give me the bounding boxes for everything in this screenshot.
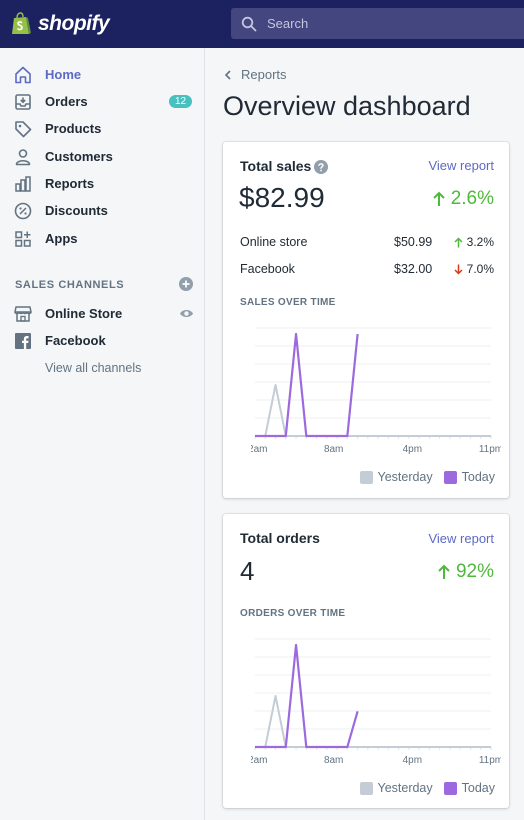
orders-icon [13, 92, 33, 112]
legend-swatch-today [443, 781, 457, 795]
row-value: $50.99 [394, 235, 433, 249]
sidebar-item-discounts[interactable]: Discounts [0, 197, 205, 224]
home-icon [13, 65, 33, 85]
x-tick-label: 11pm [479, 755, 501, 766]
sidebar-item-label: Products [45, 121, 102, 136]
legend-label-yesterday: Yesterday [377, 470, 433, 484]
bar-chart-icon [13, 174, 33, 194]
row-change-value: 7.0% [466, 262, 494, 276]
page-title: Overview dashboard [223, 91, 471, 121]
help-icon[interactable] [314, 160, 328, 174]
eye-icon[interactable] [179, 306, 194, 321]
series-line-today [255, 643, 359, 749]
change-value: 92% [455, 561, 494, 582]
store-icon [13, 304, 33, 324]
sidebar-item-label: Online Store [45, 306, 123, 321]
sidebar-item-label: Customers [45, 149, 113, 164]
sidebar-item-label: Apps [45, 231, 78, 246]
facebook-icon [13, 331, 33, 351]
row-label: Facebook [240, 262, 295, 276]
x-tick-label: 11pm [479, 444, 501, 455]
arrow-up-icon [454, 236, 463, 247]
sidebar-item-apps[interactable]: Apps [0, 225, 205, 252]
total-sales-change: 2.6% [432, 188, 494, 210]
total-sales-value: $82.99 [239, 182, 325, 213]
brand-name: shopify [38, 12, 110, 35]
sales-over-time-chart: 12am 8am 4pm 11pm [251, 327, 501, 455]
arrow-down-icon [454, 264, 463, 275]
legend-label-today: Today [461, 470, 495, 484]
x-tick-label: 4pm [403, 444, 422, 455]
x-tick-label: 12am [251, 444, 268, 455]
x-tick-label: 12am [251, 755, 268, 766]
apps-icon [13, 229, 33, 249]
row-change-value: 3.2% [466, 235, 494, 249]
breadcrumb-label: Reports [241, 67, 287, 82]
chart-title: SALES OVER TIME [240, 297, 336, 308]
main-content: Reports Overview dashboard Total sales V… [206, 48, 524, 820]
x-tick-label: 8am [324, 444, 343, 455]
total-orders-change: 92% [437, 561, 494, 583]
sidebar-item-online-store[interactable]: Online Store [0, 300, 205, 327]
sidebar-item-label: Reports [45, 176, 95, 191]
sidebar-item-facebook[interactable]: Facebook [0, 327, 205, 354]
legend-swatch-yesterday [359, 470, 373, 484]
search-icon [241, 16, 257, 31]
legend-label-yesterday: Yesterday [377, 781, 433, 795]
sidebar: Home Orders 12 Products Customers Report… [0, 48, 205, 820]
legend-swatch-yesterday [359, 781, 373, 795]
sidebar-item-customers[interactable]: Customers [0, 143, 205, 170]
arrow-up-icon [438, 564, 450, 579]
brand[interactable]: shopify [0, 0, 205, 48]
search-placeholder: Search [267, 16, 309, 31]
change-value: 2.6% [450, 188, 494, 209]
sidebar-item-home[interactable]: Home [0, 61, 205, 88]
shopify-bag-icon [12, 12, 31, 34]
search-input[interactable]: Search [231, 8, 524, 39]
top-bar: shopify Search [0, 0, 524, 48]
sidebar-item-label: Facebook [45, 333, 106, 348]
card-title: Total orders [240, 530, 320, 546]
x-tick-label: 8am [324, 755, 343, 766]
sidebar-item-label: Orders [45, 94, 88, 109]
chart-title: ORDERS OVER TIME [240, 608, 346, 619]
total-orders-value: 4 [240, 556, 255, 586]
series-line-today [255, 332, 359, 438]
add-channel-icon[interactable] [179, 277, 193, 291]
sidebar-item-label: Discounts [45, 203, 108, 218]
orders-count-badge: 12 [169, 95, 193, 108]
person-icon [13, 147, 33, 167]
percent-icon [13, 201, 33, 221]
breadcrumb[interactable]: Reports [223, 67, 287, 82]
sales-channels-heading: SALES CHANNELS [15, 279, 125, 291]
total-orders-card: Total orders View report 4 92% ORDERS OV… [223, 514, 509, 808]
tag-icon [13, 119, 33, 139]
row-change: 7.0% [454, 262, 494, 276]
legend-swatch-today [443, 470, 457, 484]
sidebar-item-products[interactable]: Products [0, 115, 205, 142]
row-label: Online store [240, 235, 308, 249]
row-value: $32.00 [394, 262, 433, 276]
view-all-channels-link[interactable]: View all channels [45, 361, 141, 375]
view-report-link[interactable]: View report [428, 158, 494, 173]
chevron-left-icon [224, 69, 231, 80]
view-report-link[interactable]: View report [428, 531, 494, 546]
chart-legend: Yesterday Today [359, 781, 495, 795]
sidebar-item-orders[interactable]: Orders 12 [0, 88, 205, 115]
arrow-up-icon [432, 191, 445, 206]
legend-label-today: Today [461, 781, 495, 795]
chart-legend: Yesterday Today [359, 470, 495, 484]
total-sales-card: Total sales View report $82.99 2.6% Onli… [223, 142, 509, 498]
card-title: Total sales [240, 158, 312, 174]
orders-over-time-chart: 12am 8am 4pm 11pm [251, 638, 501, 766]
row-change: 3.2% [454, 235, 494, 249]
x-tick-label: 4pm [403, 755, 422, 766]
sidebar-item-label: Home [45, 67, 82, 82]
sidebar-item-reports[interactable]: Reports [0, 170, 205, 197]
